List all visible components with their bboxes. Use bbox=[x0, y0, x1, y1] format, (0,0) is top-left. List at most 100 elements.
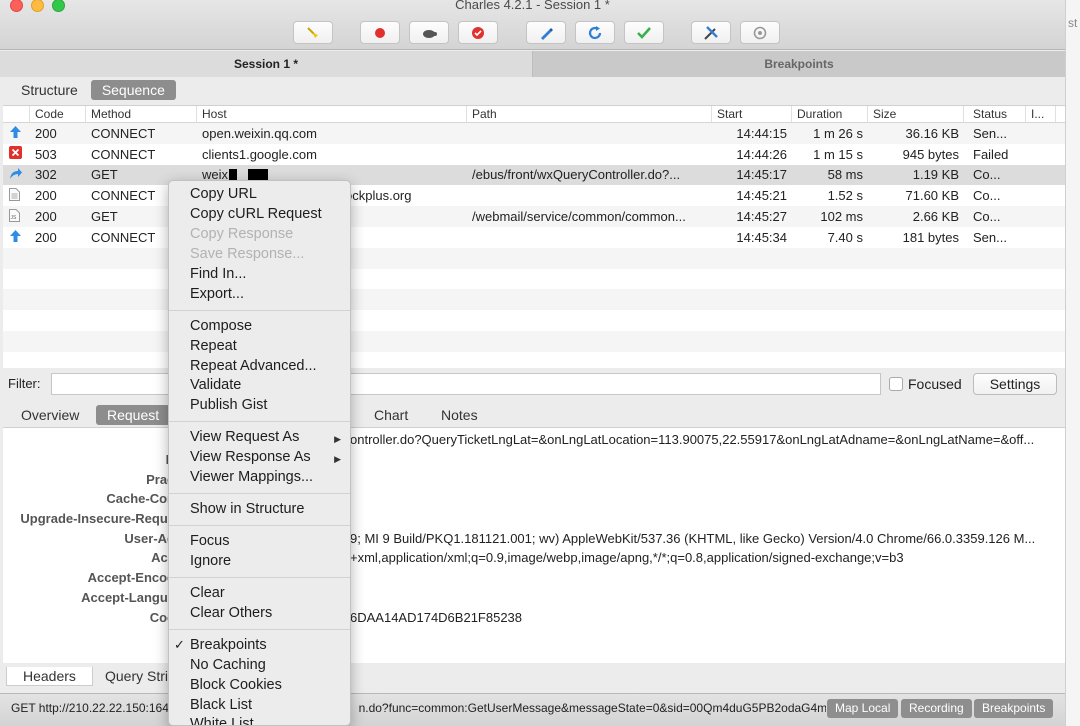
tools-button[interactable] bbox=[691, 21, 731, 44]
svg-text:JS: JS bbox=[11, 215, 18, 221]
menu-item-save-response: Save Response... bbox=[190, 246, 305, 262]
tab-session-1[interactable]: Session 1 * bbox=[0, 51, 533, 77]
context-menu: Copy URL Copy cURL Request Copy Response… bbox=[168, 180, 351, 726]
header-label-cache-control: Cache-Con bbox=[106, 491, 175, 506]
record-icon bbox=[375, 27, 385, 38]
column-header-path[interactable]: Path bbox=[467, 106, 712, 122]
settings-button[interactable] bbox=[740, 21, 780, 44]
map-local-button[interactable]: Map Local bbox=[827, 699, 899, 718]
request-url-line: ontroller.do?QueryTicketLngLat=&onLngLat… bbox=[350, 432, 1035, 447]
status-url: GET http://210.22.22.150:1643 n.do?func=c… bbox=[11, 701, 826, 715]
tab-breakpoints[interactable]: Breakpoints bbox=[533, 51, 1065, 77]
menu-item-clear[interactable]: Clear bbox=[190, 585, 225, 601]
compose-button[interactable] bbox=[526, 21, 566, 44]
clear-session-button[interactable] bbox=[293, 21, 333, 44]
menu-item-block-cookies[interactable]: Block Cookies bbox=[190, 677, 282, 693]
table-body: 200 CONNECT open.weixin.qq.com 14:44:15 … bbox=[3, 123, 1065, 373]
adjacent-window-edge: st bbox=[1065, 0, 1080, 726]
tab-notes[interactable]: Notes bbox=[430, 405, 489, 425]
menu-item-export[interactable]: Export... bbox=[190, 286, 244, 302]
header-label-upgrade: Upgrade-Insecure-Reque bbox=[20, 511, 175, 526]
table-row[interactable]: 200 CONNECT open.weixin.qq.com 14:44:15 … bbox=[3, 123, 1065, 144]
column-header-size[interactable]: Size bbox=[868, 106, 964, 122]
repeat-button[interactable] bbox=[575, 21, 615, 44]
table-row-empty bbox=[3, 247, 1065, 269]
menu-item-copy-response: Copy Response bbox=[190, 226, 294, 242]
column-header-info[interactable]: I... bbox=[1026, 106, 1056, 122]
menu-item-show-in-structure[interactable]: Show in Structure bbox=[190, 501, 304, 517]
breakpoints-toggle-button[interactable] bbox=[458, 21, 498, 44]
menu-item-black-list[interactable]: Black List bbox=[190, 697, 252, 713]
settings-gear-icon bbox=[753, 26, 767, 39]
menu-item-publish-gist[interactable]: Publish Gist bbox=[190, 397, 267, 413]
tab-overview[interactable]: Overview bbox=[10, 405, 90, 425]
menu-separator bbox=[169, 493, 350, 494]
submenu-arrow-icon: ▶ bbox=[334, 434, 341, 444]
throttle-button[interactable] bbox=[409, 21, 449, 44]
menu-item-repeat[interactable]: Repeat bbox=[190, 338, 237, 354]
tab-chart[interactable]: Chart bbox=[363, 405, 419, 425]
menu-item-view-response-as[interactable]: View Response As bbox=[190, 449, 311, 465]
validate-button[interactable] bbox=[624, 21, 664, 44]
redacted-block bbox=[229, 169, 238, 181]
menu-item-breakpoints[interactable]: Breakpoints bbox=[190, 637, 267, 653]
redirect-arrow-icon bbox=[10, 167, 22, 179]
menu-item-compose[interactable]: Compose bbox=[190, 318, 252, 334]
check-icon bbox=[637, 26, 651, 39]
focused-checkbox[interactable]: Focused bbox=[889, 376, 962, 392]
column-header-start[interactable]: Start bbox=[712, 106, 792, 122]
tab-headers[interactable]: Headers bbox=[6, 667, 93, 686]
tools-icon bbox=[704, 25, 718, 40]
column-header-method[interactable]: Method bbox=[86, 106, 197, 122]
menu-item-view-request-as[interactable]: View Request As bbox=[190, 429, 299, 445]
menu-item-viewer-mappings[interactable]: Viewer Mappings... bbox=[190, 469, 313, 485]
tab-sequence[interactable]: Sequence bbox=[90, 80, 176, 100]
menu-item-find-in[interactable]: Find In... bbox=[190, 266, 246, 282]
upload-arrow-icon bbox=[10, 125, 21, 138]
focused-label: Focused bbox=[908, 376, 962, 392]
menu-separator bbox=[169, 629, 350, 630]
menu-separator bbox=[169, 310, 350, 311]
menu-item-copy-url[interactable]: Copy URL bbox=[190, 186, 257, 202]
table-row[interactable]: 302 GET weix /ebus/front/wxQueryControll… bbox=[3, 164, 1065, 186]
menu-item-clear-others[interactable]: Clear Others bbox=[190, 605, 272, 621]
submenu-arrow-icon: ▶ bbox=[334, 454, 341, 464]
menu-item-white-list[interactable]: White List bbox=[190, 716, 254, 725]
menu-separator bbox=[169, 525, 350, 526]
menu-item-repeat-advanced[interactable]: Repeat Advanced... bbox=[190, 358, 317, 374]
error-x-icon bbox=[9, 146, 22, 160]
table-row-empty bbox=[3, 310, 1065, 331]
pen-icon bbox=[541, 27, 553, 40]
header-label-accept-language: Accept-Langua bbox=[81, 590, 175, 605]
menu-item-focus[interactable]: Focus bbox=[190, 533, 230, 549]
breakpoints-status-button[interactable]: Breakpoints bbox=[974, 699, 1054, 718]
menu-separator bbox=[169, 421, 350, 422]
broom-icon bbox=[307, 26, 318, 38]
filter-settings-button[interactable]: Settings bbox=[973, 373, 1057, 395]
turtle-icon bbox=[423, 29, 437, 38]
focused-checkbox-box[interactable] bbox=[889, 377, 903, 391]
sequence-table: Code Method Host Path Start Duration Siz… bbox=[3, 105, 1065, 368]
detail-format-tabs: Headers Query Stri bbox=[3, 663, 1065, 690]
column-header-duration[interactable]: Duration bbox=[792, 106, 868, 122]
column-header-status[interactable]: Status bbox=[964, 106, 1026, 122]
window-title: Charles 4.2.1 - Session 1 * bbox=[455, 0, 610, 12]
menu-item-ignore[interactable]: Ignore bbox=[190, 553, 231, 569]
table-row[interactable]: 200 CONNECT 14:45:34 7.40 s 181 bytes Se… bbox=[3, 227, 1065, 248]
menu-item-copy-curl[interactable]: Copy cURL Request bbox=[190, 206, 322, 222]
tab-structure[interactable]: Structure bbox=[10, 80, 89, 100]
table-row[interactable]: 200 CONNECT ockplus.org 14:45:21 1.52 s … bbox=[3, 185, 1065, 206]
record-button[interactable] bbox=[360, 21, 400, 44]
view-mode-tabs: Structure Sequence bbox=[10, 80, 176, 102]
column-header-host[interactable]: Host bbox=[197, 106, 467, 122]
table-row[interactable]: JS 200 GET /webmail/service/common/commo… bbox=[3, 206, 1065, 227]
table-header: Code Method Host Path Start Duration Siz… bbox=[3, 106, 1065, 123]
column-header-code[interactable]: Code bbox=[30, 106, 86, 122]
menu-item-validate[interactable]: Validate bbox=[190, 377, 241, 393]
request-headers-panel: ontroller.do?QueryTicketLngLat=&onLngLat… bbox=[3, 427, 1065, 663]
tab-request[interactable]: Request bbox=[96, 405, 171, 425]
refresh-icon bbox=[588, 25, 602, 39]
table-row[interactable]: 503 CONNECT clients1.google.com 14:44:26… bbox=[3, 144, 1065, 165]
recording-button[interactable]: Recording bbox=[901, 699, 972, 718]
menu-item-no-caching[interactable]: No Caching bbox=[190, 657, 266, 673]
